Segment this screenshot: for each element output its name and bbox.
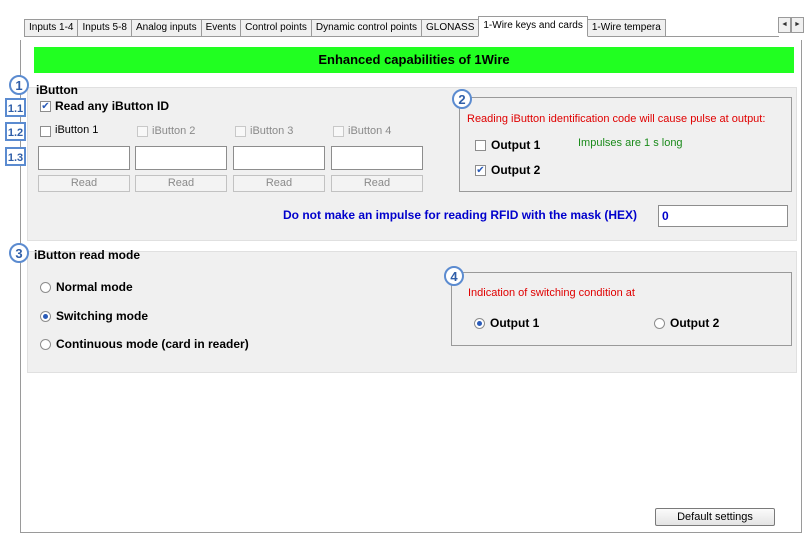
pulse-output-2-checkbox[interactable]: ✔ <box>475 165 486 176</box>
tab-glonass[interactable]: GLONASS <box>421 19 480 36</box>
indication-output-1-label: Output 1 <box>490 316 540 330</box>
indication-output-2-radio[interactable] <box>654 318 665 329</box>
indication-note: Indication of switching condition at <box>468 287 635 299</box>
pulse-output-1-checkbox[interactable] <box>475 140 486 151</box>
callout-4: 4 <box>444 266 464 286</box>
read-any-ibutton-checkbox[interactable]: ✔ <box>40 101 51 112</box>
callout-1-1: 1.1 <box>5 98 26 117</box>
ibutton-3-id-input[interactable] <box>233 146 325 170</box>
tab-events[interactable]: Events <box>200 19 242 36</box>
switching-mode-radio[interactable] <box>40 311 51 322</box>
tab-inputs-5-8[interactable]: Inputs 5-8 <box>77 19 132 36</box>
ibutton-3-read-button[interactable]: Read <box>233 175 325 192</box>
ibutton-1-label: iButton 1 <box>55 124 99 136</box>
tab-dynamic-control-points[interactable]: Dynamic control points <box>310 19 423 36</box>
ibutton-1-checkbox[interactable] <box>40 126 51 137</box>
pulse-output-1-label: Output 1 <box>491 138 541 152</box>
callout-1-2: 1.2 <box>5 122 26 141</box>
switching-mode-label: Switching mode <box>56 309 149 323</box>
indication-output-1-radio[interactable] <box>474 318 485 329</box>
tab-scroll-left-icon[interactable]: ◄ <box>778 17 791 33</box>
callout-3: 3 <box>9 243 29 263</box>
page-banner: Enhanced capabilities of 1Wire <box>34 47 794 73</box>
tab-1wire-temperature[interactable]: 1-Wire tempera <box>586 19 666 36</box>
ibutton-4-checkbox[interactable] <box>333 126 344 137</box>
callout-1: 1 <box>9 75 29 95</box>
indication-box <box>451 272 792 346</box>
pulse-output-2-label: Output 2 <box>491 163 541 177</box>
ibutton-3-label: iButton 3 <box>250 125 294 137</box>
ibutton-4-id-input[interactable] <box>331 146 423 170</box>
indication-output-2-label: Output 2 <box>670 316 720 330</box>
callout-1-3: 1.3 <box>5 147 26 166</box>
impulse-duration-note: Impulses are 1 s long <box>578 137 683 149</box>
rfid-mask-input[interactable]: 0 <box>658 205 788 227</box>
read-mode-legend: iButton read mode <box>34 248 141 262</box>
tab-control-points[interactable]: Control points <box>240 19 312 36</box>
ibutton-2-checkbox[interactable] <box>137 126 148 137</box>
continuous-mode-radio[interactable] <box>40 339 51 350</box>
cropped-top-text: ~ ~ ~ ~ ~ ~ ~ ~ <box>126 0 227 6</box>
ibutton-1-read-button[interactable]: Read <box>38 175 130 192</box>
tab-strip: Inputs 1-4 Inputs 5-8 Analog inputs Even… <box>24 16 779 37</box>
tab-1wire-keys-and-cards[interactable]: 1-Wire keys and cards <box>478 16 588 37</box>
normal-mode-radio[interactable] <box>40 282 51 293</box>
pulse-output-note: Reading iButton identification code will… <box>467 113 766 125</box>
ibutton-1-id-input[interactable] <box>38 146 130 170</box>
read-any-ibutton-label: Read any iButton ID <box>55 99 170 113</box>
ibutton-4-read-button[interactable]: Read <box>331 175 423 192</box>
callout-2: 2 <box>452 89 472 109</box>
normal-mode-label: Normal mode <box>56 280 133 294</box>
continuous-mode-label: Continuous mode (card in reader) <box>56 337 249 351</box>
ibutton-group-legend: iButton <box>36 83 78 97</box>
ibutton-2-label: iButton 2 <box>152 125 196 137</box>
default-settings-button[interactable]: Default settings <box>655 508 775 526</box>
ibutton-4-label: iButton 4 <box>348 125 392 137</box>
tab-inputs-1-4[interactable]: Inputs 1-4 <box>24 19 79 36</box>
ibutton-3-checkbox[interactable] <box>235 126 246 137</box>
ibutton-2-id-input[interactable] <box>135 146 227 170</box>
rfid-mask-label: Do not make an impulse for reading RFID … <box>283 208 638 222</box>
tab-analog-inputs[interactable]: Analog inputs <box>130 19 202 36</box>
tab-scroll-right-icon[interactable]: ► <box>791 17 804 33</box>
tab-scroll-buttons: ◄ ► <box>778 17 804 33</box>
ibutton-2-read-button[interactable]: Read <box>135 175 227 192</box>
